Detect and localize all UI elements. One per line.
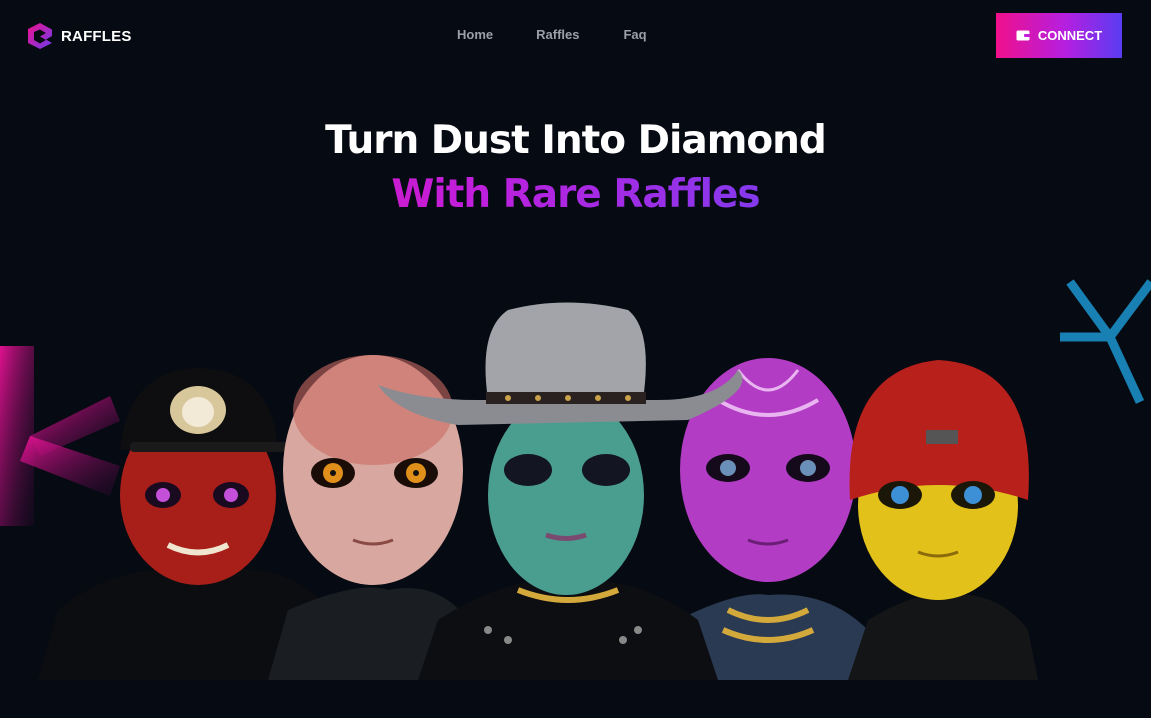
cyan-asterisk-decoration [1060, 279, 1151, 404]
brand-logo[interactable]: RAFFLES [27, 22, 132, 50]
hero-title-line-2: With Rare Raffles [0, 172, 1151, 217]
brand-name: RAFFLES [61, 27, 132, 45]
hero-title-line-1: Turn Dust Into Diamond [325, 118, 827, 163]
nav-link-faq[interactable]: Faq [623, 27, 646, 42]
main-nav: Home Raffles Faq [457, 27, 647, 42]
raffles-logo-icon [28, 23, 52, 49]
connect-wallet-button[interactable]: CONNECT [996, 13, 1122, 58]
navbar: RAFFLES Home Raffles Faq CONNECT [0, 0, 1151, 72]
avatar-yellow-alien [848, 360, 1038, 680]
nav-link-home[interactable]: Home [457, 27, 493, 42]
nav-link-raffles[interactable]: Raffles [536, 27, 579, 42]
connect-label: CONNECT [1037, 28, 1103, 43]
alien-avatars-group [38, 302, 1038, 680]
wallet-icon [1016, 30, 1030, 41]
